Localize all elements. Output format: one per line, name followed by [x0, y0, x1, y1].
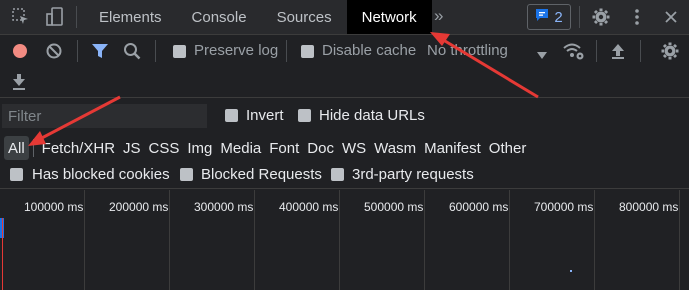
device-toggle-icon[interactable] — [44, 6, 66, 28]
timeline-tick-label: 200000 ms — [109, 200, 169, 214]
type-filter-js[interactable]: JS — [119, 136, 145, 160]
issues-icon — [535, 8, 549, 26]
issues-count: 2 — [554, 8, 563, 26]
third-party-label: 3rd-party requests — [352, 166, 474, 183]
timeline-tick-label: 300000 ms — [194, 200, 254, 214]
timeline-gridline — [424, 190, 425, 290]
timeline-tick-label: 800000 ms — [619, 200, 679, 214]
timeline-gridline — [339, 190, 340, 290]
type-filter-media[interactable]: Media — [216, 136, 265, 160]
invert-label: Invert — [246, 107, 284, 124]
chevron-down-icon[interactable] — [537, 46, 547, 63]
export-icon[interactable] — [8, 71, 30, 93]
tab-elements[interactable]: Elements — [84, 0, 177, 34]
type-separator — [32, 139, 34, 157]
timeline-gridline — [169, 190, 170, 290]
blocked-filters: Has blocked cookies Blocked Requests 3rd… — [0, 162, 689, 189]
type-filter-wasm[interactable]: Wasm — [370, 136, 420, 160]
type-filter-img[interactable]: Img — [183, 136, 216, 160]
type-filter-fetch-xhr[interactable]: Fetch/XHR — [38, 136, 119, 160]
preserve-log-checkbox[interactable] — [173, 45, 186, 58]
close-icon[interactable] — [660, 6, 682, 28]
disable-cache-checkbox[interactable] — [301, 45, 314, 58]
timeline-tick-label: 600000 ms — [449, 200, 509, 214]
devtools-tab-bar: Elements Console Sources Network » 2 — [0, 0, 689, 35]
toolbar-separator — [286, 40, 287, 62]
filter-icon[interactable] — [89, 40, 111, 62]
timeline-marker — [2, 218, 3, 290]
more-tabs-icon[interactable]: » — [434, 6, 443, 26]
timeline-gridline — [254, 190, 255, 290]
wifi-settings-icon[interactable] — [563, 40, 585, 62]
throttling-select[interactable]: No throttling — [427, 42, 508, 59]
timeline-gridline — [594, 190, 595, 290]
blocked-cookies-label: Has blocked cookies — [32, 166, 170, 183]
timeline-tick-label: 500000 ms — [364, 200, 424, 214]
tab-network[interactable]: Network — [346, 0, 432, 34]
tab-sources[interactable]: Sources — [262, 0, 347, 34]
kebab-menu-icon[interactable] — [626, 6, 648, 28]
search-icon[interactable] — [121, 40, 143, 62]
timeline-gridline — [84, 190, 85, 290]
timeline-tick-label: 700000 ms — [534, 200, 594, 214]
type-filter-bar: All Fetch/XHR JS CSS Img Media Font Doc … — [4, 136, 530, 160]
toolbar-separator — [155, 40, 156, 62]
toolbar-separator — [596, 40, 597, 62]
toolbar-separator — [640, 40, 641, 62]
inspect-icon[interactable] — [10, 6, 32, 28]
timeline-overview[interactable]: 100000 ms 200000 ms 300000 ms 400000 ms … — [0, 190, 689, 290]
toolbar-separator — [77, 40, 78, 62]
clear-icon[interactable] — [43, 40, 65, 62]
gear-icon[interactable] — [590, 6, 612, 28]
type-filter-all[interactable]: All — [4, 136, 29, 160]
timeline-request-dot — [570, 270, 572, 272]
type-filter-other[interactable]: Other — [485, 136, 531, 160]
tab-console[interactable]: Console — [177, 0, 262, 34]
timeline-tick-label: 100000 ms — [24, 200, 84, 214]
tab-separator — [579, 6, 580, 28]
tab-strip: Elements Console Sources Network — [84, 0, 432, 34]
blocked-requests-label: Blocked Requests — [201, 166, 322, 183]
disable-cache-label: Disable cache — [322, 42, 417, 59]
timeline-gridline — [679, 190, 680, 290]
type-filter-manifest[interactable]: Manifest — [420, 136, 485, 160]
type-filter-ws[interactable]: WS — [338, 136, 370, 160]
type-filter-doc[interactable]: Doc — [303, 136, 338, 160]
filter-input[interactable]: Filter — [2, 104, 207, 128]
type-filter-css[interactable]: CSS — [145, 136, 184, 160]
network-toolbar-overflow — [0, 67, 689, 98]
third-party-checkbox[interactable] — [331, 168, 344, 181]
blocked-requests-checkbox[interactable] — [180, 168, 193, 181]
blocked-cookies-checkbox[interactable] — [10, 168, 23, 181]
timeline-tick-label: 400000 ms — [279, 200, 339, 214]
issues-badge[interactable]: 2 — [527, 4, 571, 30]
record-icon[interactable] — [9, 40, 31, 62]
network-toolbar: Preserve log Disable cache No throttling — [0, 35, 689, 67]
type-filter-font[interactable]: Font — [265, 136, 303, 160]
timeline-gridline — [509, 190, 510, 290]
resource-type-filters: All Fetch/XHR JS CSS Img Media Font Doc … — [0, 135, 689, 161]
invert-checkbox[interactable] — [225, 109, 238, 122]
hide-data-urls-checkbox[interactable] — [298, 109, 311, 122]
hide-data-urls-label: Hide data URLs — [319, 107, 425, 124]
network-settings-icon[interactable] — [659, 40, 681, 62]
filter-row: Filter Invert Hide data URLs — [0, 102, 689, 130]
import-icon[interactable] — [607, 40, 629, 62]
preserve-log-label: Preserve log — [194, 42, 279, 59]
tab-separator — [76, 6, 77, 28]
